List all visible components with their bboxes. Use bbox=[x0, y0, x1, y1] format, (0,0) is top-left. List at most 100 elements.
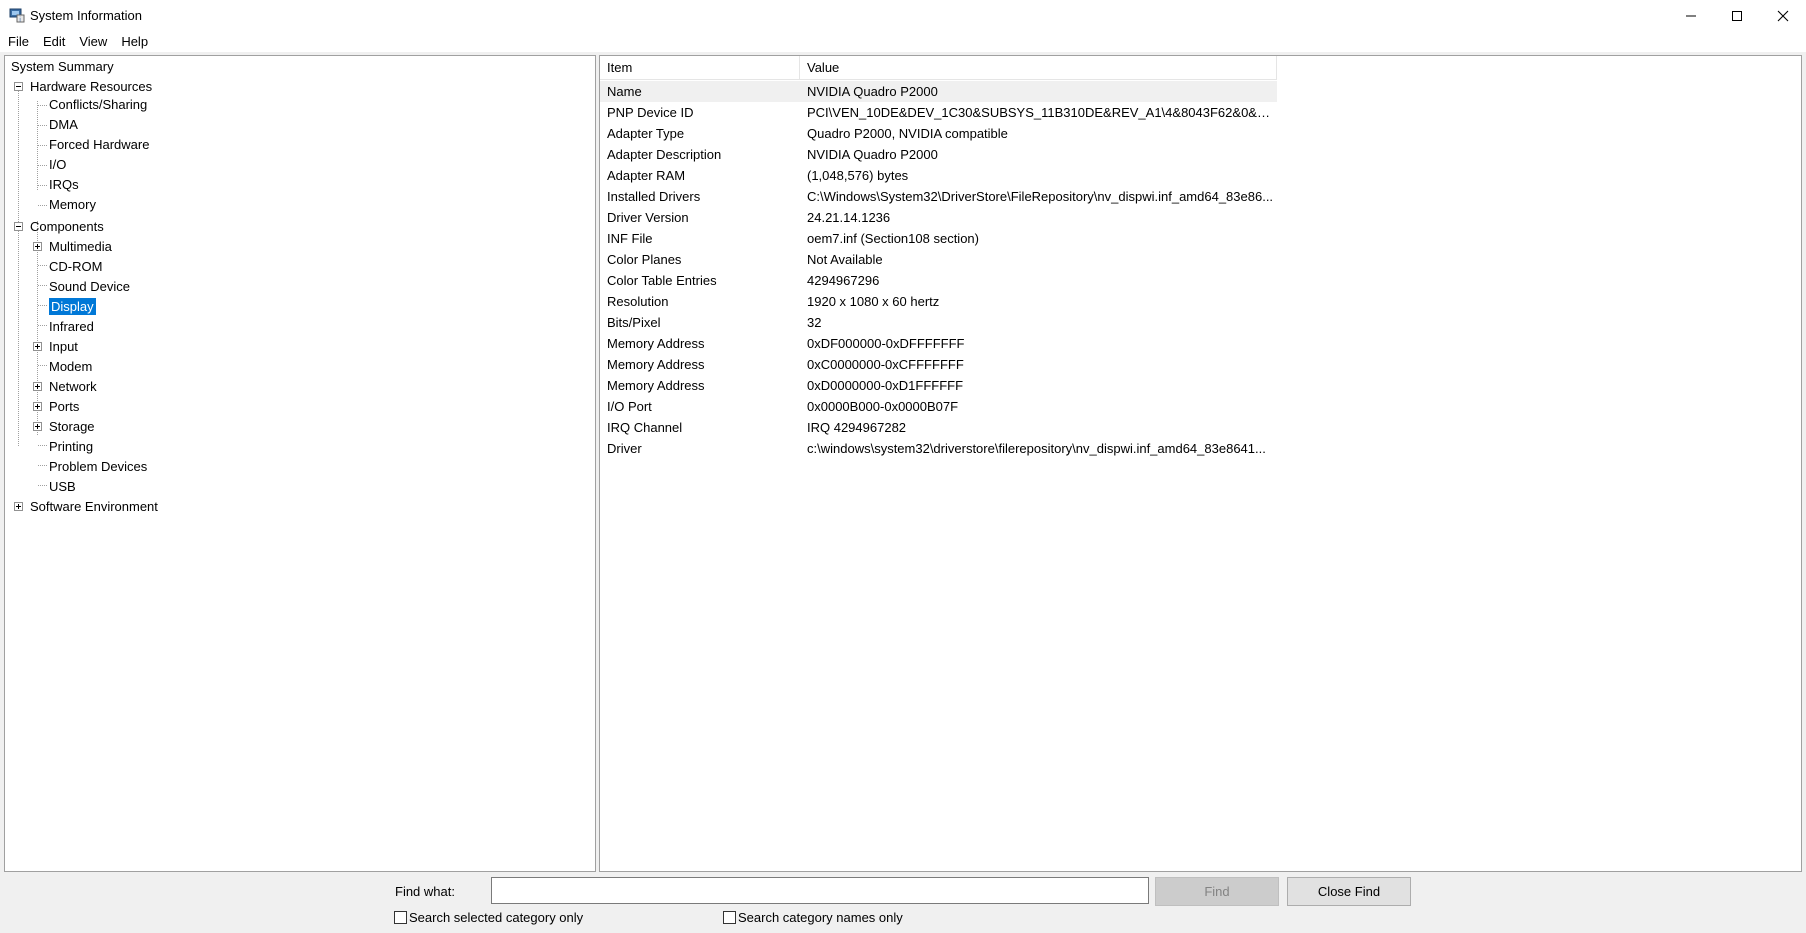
value-cell: 0xC0000000-0xCFFFFFFF bbox=[807, 357, 964, 372]
item-cell: Adapter RAM bbox=[607, 168, 686, 183]
tree-item-software-environment[interactable]: Software Environment bbox=[30, 498, 158, 516]
item-cell: Driver bbox=[607, 441, 642, 456]
find-bar: Find what: Find Close Find Search select… bbox=[0, 872, 1806, 933]
tree-item-forced-hardware[interactable]: Forced Hardware bbox=[49, 136, 149, 154]
column-header-item[interactable]: Item bbox=[600, 56, 800, 80]
item-cell: Name bbox=[607, 84, 642, 99]
column-header-value[interactable]: Value bbox=[800, 56, 1277, 80]
menu-view[interactable]: View bbox=[72, 31, 114, 52]
minimize-button[interactable] bbox=[1668, 0, 1714, 31]
table-row[interactable]: Driver c:\windows\system32\driverstore\fi… bbox=[600, 438, 1277, 459]
table-row[interactable]: Adapter Description NVIDIA Quadro P2000 bbox=[600, 144, 1277, 165]
tree-item-sound-device[interactable]: Sound Device bbox=[49, 278, 130, 296]
expand-icon[interactable] bbox=[33, 402, 42, 411]
tree-item-network[interactable]: Network bbox=[49, 378, 97, 396]
value-cell: 0xD0000000-0xD1FFFFFF bbox=[807, 378, 964, 393]
value-cell: 0x0000B000-0x0000B07F bbox=[807, 399, 959, 414]
tree-item-input[interactable]: Input bbox=[49, 338, 78, 356]
item-cell: PNP Device ID bbox=[607, 105, 694, 120]
table-row[interactable]: INF File oem7.inf (Section108 section) bbox=[600, 228, 1277, 249]
value-cell: Quadro P2000, NVIDIA compatible bbox=[807, 126, 1008, 141]
tree-item-components[interactable]: Components bbox=[30, 218, 104, 236]
item-cell: Adapter Description bbox=[607, 147, 722, 162]
table-row[interactable]: Resolution 1920 x 1080 x 60 hertz bbox=[600, 291, 1277, 312]
system-info-icon: i bbox=[9, 8, 25, 23]
maximize-button[interactable] bbox=[1714, 0, 1760, 31]
table-row[interactable]: Memory Address 0xDF000000-0xDFFFFFFF bbox=[600, 333, 1277, 354]
tree-item-io[interactable]: I/O bbox=[49, 156, 66, 174]
tree-item-system-summary[interactable]: System Summary bbox=[11, 58, 114, 76]
tree-item-cd-rom[interactable]: CD-ROM bbox=[49, 258, 102, 276]
table-row[interactable]: Bits/Pixel 32 bbox=[600, 312, 1277, 333]
table-row[interactable]: Adapter Type Quadro P2000, NVIDIA compati… bbox=[600, 123, 1277, 144]
details-list[interactable]: Item Value Name NVIDIA Quadro P2000 PNP De… bbox=[599, 55, 1802, 872]
table-row[interactable]: PNP Device ID PCI\VEN_10DE&DEV_1C30&SUBSY… bbox=[600, 102, 1277, 123]
tree-item-multimedia[interactable]: Multimedia bbox=[49, 238, 112, 256]
item-cell: I/O Port bbox=[607, 399, 652, 414]
item-cell: Installed Drivers bbox=[607, 189, 701, 204]
value-cell: C:\Windows\System32\DriverStore\FileRepo… bbox=[807, 189, 1274, 204]
find-input[interactable] bbox=[491, 877, 1149, 904]
item-cell: Bits/Pixel bbox=[607, 315, 661, 330]
tree-item-infrared[interactable]: Infrared bbox=[49, 318, 94, 336]
menu-help[interactable]: Help bbox=[114, 31, 155, 52]
value-cell: oem7.inf (Section108 section) bbox=[807, 231, 979, 246]
expand-icon[interactable] bbox=[33, 242, 42, 251]
tree-item-display[interactable]: Display bbox=[49, 298, 96, 316]
category-tree[interactable]: System Summary Hardware Resources Confli… bbox=[4, 55, 596, 872]
expand-icon[interactable] bbox=[33, 382, 42, 391]
tree-connector bbox=[38, 305, 47, 306]
table-row[interactable]: I/O Port 0x0000B000-0x0000B07F bbox=[600, 396, 1277, 417]
value-cell: NVIDIA Quadro P2000 bbox=[807, 84, 938, 99]
tree-item-ports[interactable]: Ports bbox=[49, 398, 79, 416]
table-row[interactable]: Color Table Entries 4294967296 bbox=[600, 270, 1277, 291]
checkbox-box[interactable] bbox=[723, 911, 736, 924]
item-cell: Memory Address bbox=[607, 378, 705, 393]
tree-connector bbox=[38, 285, 47, 286]
expand-icon[interactable] bbox=[33, 342, 42, 351]
tree-item-conflicts-sharing[interactable]: Conflicts/Sharing bbox=[49, 96, 147, 114]
find-button[interactable]: Find bbox=[1155, 877, 1279, 906]
table-row[interactable]: Installed Drivers C:\Windows\System32\Dri… bbox=[600, 186, 1277, 207]
tree-item-printing[interactable]: Printing bbox=[49, 438, 93, 456]
tree-connector bbox=[38, 185, 47, 186]
expand-icon[interactable] bbox=[33, 422, 42, 431]
tree-item-memory[interactable]: Memory bbox=[49, 196, 96, 214]
table-row[interactable]: Memory Address 0xC0000000-0xCFFFFFFF bbox=[600, 354, 1277, 375]
tree-connector bbox=[38, 265, 47, 266]
close-find-button[interactable]: Close Find bbox=[1287, 877, 1411, 906]
expand-icon[interactable] bbox=[14, 502, 23, 511]
collapse-icon[interactable] bbox=[14, 82, 23, 91]
table-row[interactable]: Name NVIDIA Quadro P2000 bbox=[600, 81, 1277, 102]
tree-connector bbox=[38, 465, 47, 466]
tree-item-usb[interactable]: USB bbox=[49, 478, 76, 496]
collapse-icon[interactable] bbox=[14, 222, 23, 231]
table-row[interactable]: IRQ Channel IRQ 4294967282 bbox=[600, 417, 1277, 438]
table-row[interactable]: Driver Version 24.21.14.1236 bbox=[600, 207, 1277, 228]
tree-connector bbox=[38, 205, 47, 206]
tree-item-modem[interactable]: Modem bbox=[49, 358, 92, 376]
search-category-names-checkbox[interactable]: Search category names only bbox=[723, 910, 903, 925]
tree-item-hardware-resources[interactable]: Hardware Resources bbox=[30, 78, 152, 96]
tree-item-problem-devices[interactable]: Problem Devices bbox=[49, 458, 147, 476]
tree-item-dma[interactable]: DMA bbox=[49, 116, 78, 134]
value-cell: IRQ 4294967282 bbox=[807, 420, 907, 435]
menu-edit[interactable]: Edit bbox=[36, 31, 72, 52]
value-cell: PCI\VEN_10DE&DEV_1C30&SUBSYS_11B310DE&RE… bbox=[807, 105, 1277, 120]
checkbox-box[interactable] bbox=[394, 911, 407, 924]
tree-item-storage[interactable]: Storage bbox=[49, 418, 95, 436]
tree-connector bbox=[38, 365, 47, 366]
table-row[interactable]: Color Planes Not Available bbox=[600, 249, 1277, 270]
item-cell: IRQ Channel bbox=[607, 420, 683, 435]
close-button[interactable] bbox=[1760, 0, 1806, 31]
search-selected-category-checkbox[interactable]: Search selected category only bbox=[394, 910, 583, 925]
list-header: Item Value bbox=[600, 56, 1277, 80]
item-cell: Driver Version bbox=[607, 210, 689, 225]
table-row[interactable]: Adapter RAM (1,048,576) bytes bbox=[600, 165, 1277, 186]
tree-item-irqs[interactable]: IRQs bbox=[49, 176, 79, 194]
menu-file[interactable]: File bbox=[0, 31, 36, 52]
table-row[interactable]: Memory Address 0xD0000000-0xD1FFFFFF bbox=[600, 375, 1277, 396]
tree-connector bbox=[38, 105, 47, 106]
checkbox-label: Search selected category only bbox=[409, 910, 584, 925]
value-cell: c:\windows\system32\driverstore\filerepo… bbox=[807, 441, 1266, 456]
